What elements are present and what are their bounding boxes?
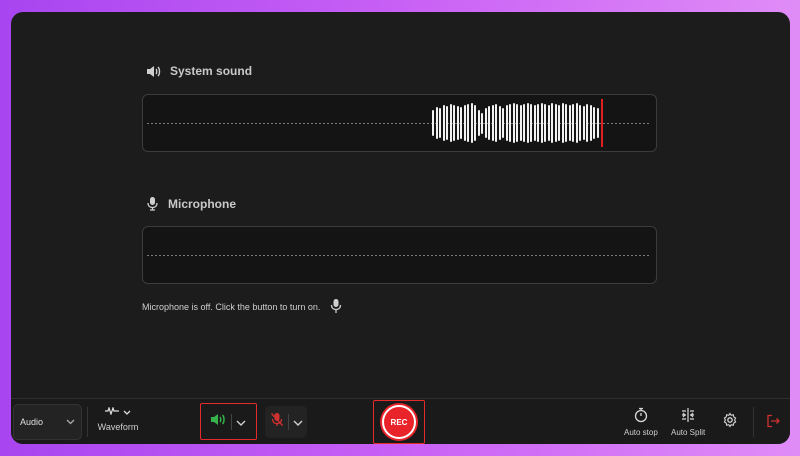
waveform-bar (470, 103, 473, 143)
waveform-bar (477, 110, 480, 136)
waveform-bar (435, 107, 438, 139)
speaker-icon (146, 65, 161, 78)
waveform-bar (544, 104, 546, 142)
waveform-bar (512, 103, 515, 143)
waveform-bar (554, 104, 557, 142)
waveform-bar (575, 103, 578, 143)
record-button-frame: REC (373, 400, 425, 444)
microphone-off-icon[interactable] (270, 412, 284, 432)
waveform-bar (474, 105, 476, 141)
playhead-cursor (601, 99, 603, 147)
mode-select-label: Audio (20, 417, 44, 427)
waveform-bar (491, 105, 494, 141)
system-sound-toggle[interactable] (200, 403, 257, 440)
system-sound-waveform (142, 94, 657, 152)
divider (231, 413, 232, 430)
waveform-bar (484, 108, 487, 138)
divider (288, 414, 289, 430)
waveform-button[interactable]: Waveform (96, 406, 140, 439)
speaker-on-icon[interactable] (210, 413, 227, 431)
waveform-bar (495, 104, 497, 142)
waveform-bar (432, 110, 434, 136)
waveform-bar (505, 105, 508, 141)
microphone-toggle-icon[interactable] (330, 298, 342, 316)
system-sound-header: System sound (146, 64, 252, 78)
auto-split-button[interactable]: Auto Split (671, 407, 705, 437)
waveform-bar (449, 104, 452, 142)
waveform-baseline (147, 255, 650, 256)
toolbar-divider (87, 407, 88, 437)
waveform-bar (589, 105, 592, 141)
waveform-bar (568, 105, 571, 141)
waveform-bar (481, 112, 483, 134)
settings-button[interactable] (722, 412, 738, 430)
microphone-off-note: Microphone is off. Click the button to t… (142, 298, 342, 316)
mode-select[interactable]: Audio (13, 404, 82, 440)
chevron-down-icon (66, 417, 75, 427)
waveform-bar (442, 105, 445, 141)
waveform-bar (488, 106, 490, 140)
waveform-bar (551, 103, 553, 143)
waveform-bar (446, 106, 448, 140)
waveform-bar (596, 108, 599, 138)
microphone-header: Microphone (146, 196, 236, 211)
waveform-bar (572, 104, 574, 142)
microphone-waveform (142, 226, 657, 284)
waveform-bar (579, 105, 581, 141)
microphone-icon (146, 196, 159, 211)
microphone-title: Microphone (168, 196, 236, 211)
waveform-bar (456, 106, 459, 140)
waveform-bar (460, 107, 462, 139)
waveform-bar (565, 104, 567, 142)
waveform-bar (533, 105, 536, 141)
waveform-bar (467, 104, 469, 142)
waveform-bar (558, 105, 560, 141)
waveform-bar (453, 105, 455, 141)
waveform-bar (582, 106, 585, 140)
recorder-window: System sound Microphone Microphone is of… (11, 12, 790, 444)
waveform-bar (526, 103, 529, 143)
waveform-label: Waveform (97, 422, 139, 432)
microphone-toggle[interactable] (265, 406, 307, 438)
waveform-bar (439, 108, 441, 138)
auto-stop-label: Auto stop (624, 428, 658, 437)
waveform-bar (516, 104, 518, 142)
system-sound-title: System sound (170, 64, 253, 78)
gear-icon (722, 412, 738, 430)
waveform-bars (143, 95, 656, 151)
waveform-bar (593, 107, 595, 139)
waveform-bar (540, 103, 543, 143)
waveform-bar (498, 106, 501, 140)
exit-button[interactable] (766, 414, 780, 430)
stopwatch-icon (633, 407, 649, 425)
chevron-down-icon (123, 407, 131, 417)
waveform-bar (463, 105, 466, 141)
waveform-bar (530, 104, 532, 142)
auto-split-label: Auto Split (671, 428, 706, 437)
waveform-bar (502, 108, 504, 138)
chevron-down-icon[interactable] (236, 413, 246, 431)
split-icon (680, 407, 696, 425)
waveform-bar (537, 104, 539, 142)
waveform-bar (509, 104, 511, 142)
waveform-bar (561, 103, 564, 143)
waveform-icon (105, 406, 119, 417)
toolbar-divider (753, 407, 754, 437)
record-button[interactable]: REC (382, 405, 416, 439)
waveform-bar (547, 105, 550, 141)
waveform-bar (523, 104, 525, 142)
waveform-bar (519, 105, 522, 141)
waveform-bar (586, 104, 588, 142)
exit-icon (766, 414, 780, 430)
bottom-toolbar: Audio Waveform REC Auto stop Auto Split (11, 398, 790, 444)
auto-stop-button[interactable]: Auto stop (624, 407, 658, 437)
microphone-off-text: Microphone is off. Click the button to t… (142, 302, 321, 312)
chevron-down-icon[interactable] (293, 413, 303, 431)
